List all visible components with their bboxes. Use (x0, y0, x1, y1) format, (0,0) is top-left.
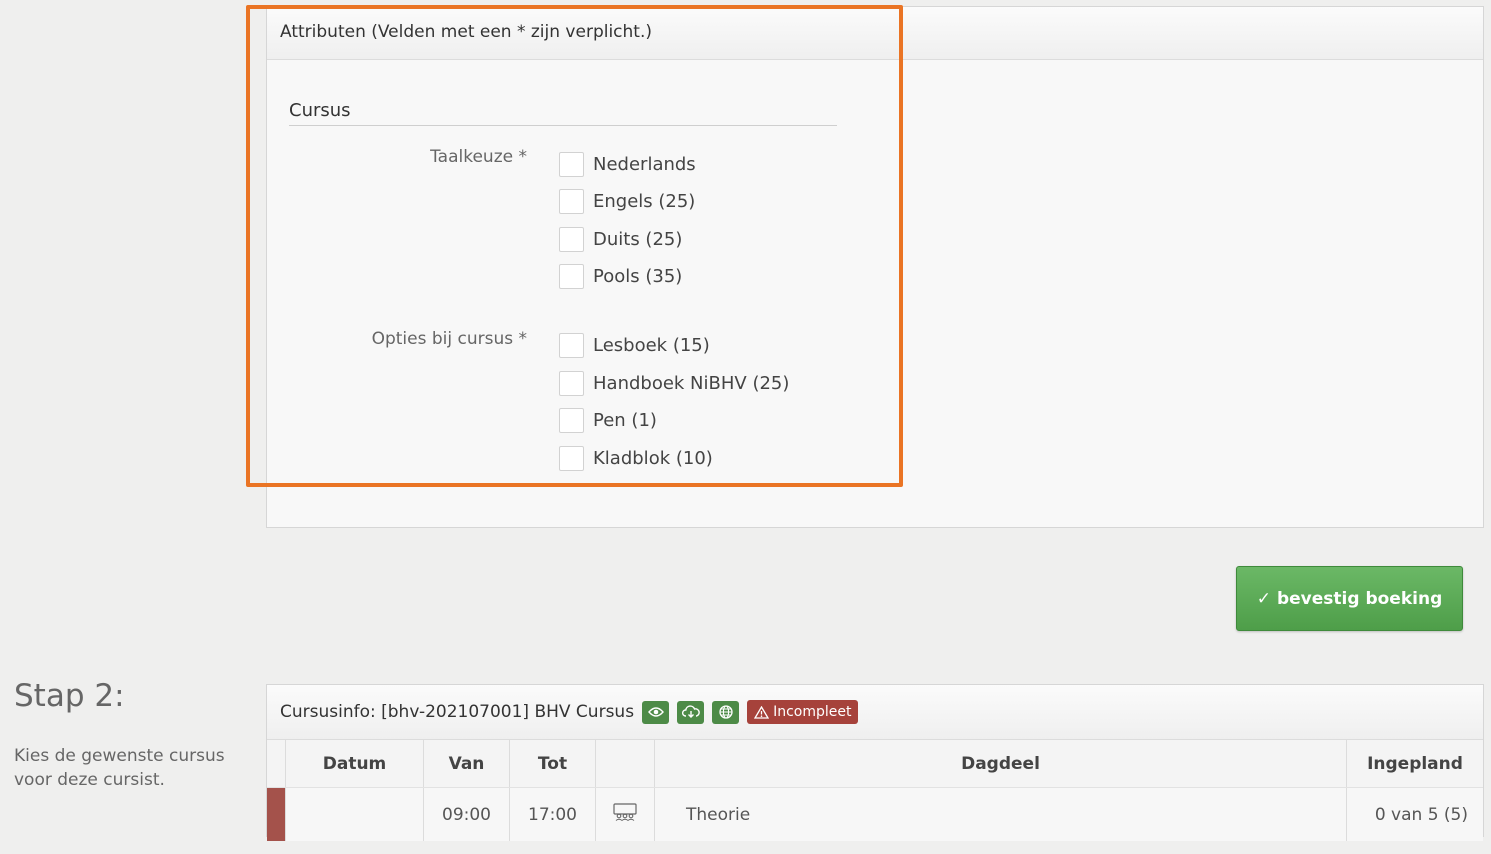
download-button[interactable] (677, 700, 705, 724)
checkbox[interactable] (559, 189, 584, 214)
option-label: Pools (35) (593, 266, 683, 287)
column-header-datum: Datum (285, 740, 424, 788)
option-label: Engels (25) (593, 191, 696, 212)
option-lesboek[interactable]: Lesboek (15) (559, 332, 710, 359)
checkbox[interactable] (559, 408, 584, 433)
course-title: Cursusinfo: [bhv-202107001] BHV Cursus (280, 702, 635, 722)
option-pools[interactable]: Pools (35) (559, 263, 682, 290)
cell-datum (285, 787, 424, 841)
checkbox[interactable] (559, 371, 584, 396)
status-badge-label: Incompleet (773, 704, 852, 720)
checkbox[interactable] (559, 227, 584, 252)
column-header-tot: Tot (509, 740, 596, 788)
field-label-taalkeuze: Taalkeuze * (430, 147, 527, 167)
globe-icon (718, 705, 733, 719)
table-header-row: Datum Van Tot Dagdeel Ingepland (267, 740, 1483, 788)
attributes-panel-title: Attributen (Velden met een * zijn verpli… (267, 7, 1483, 60)
confirm-booking-label: bevestig boeking (1276, 588, 1443, 609)
option-kladblok[interactable]: Kladblok (10) (559, 445, 713, 472)
table-row[interactable]: 09:00 17:00 Theorie 0 van 5 (5) (267, 787, 1483, 841)
view-button[interactable] (642, 700, 670, 724)
step-title: Stap 2: (14, 678, 125, 714)
attributes-panel: Attributen (Velden met een * zijn verpli… (266, 6, 1484, 528)
column-header-type (595, 740, 655, 788)
column-header-ingepland: Ingepland (1346, 740, 1483, 788)
option-label: Kladblok (10) (593, 448, 713, 469)
group-icon (613, 803, 637, 821)
checkbox[interactable] (559, 152, 584, 177)
status-column-header (267, 740, 286, 788)
column-header-van: Van (423, 740, 510, 788)
confirm-booking-button[interactable]: ✓ bevestig boeking (1236, 566, 1463, 631)
course-panel: Cursusinfo: [bhv-202107001] BHV Cursus I… (266, 684, 1484, 841)
course-table: Datum Van Tot Dagdeel Ingepland 09:00 17… (267, 740, 1483, 841)
checkbox[interactable] (559, 333, 584, 358)
column-header-dagdeel: Dagdeel (654, 740, 1347, 788)
cell-tot: 17:00 (509, 787, 596, 841)
cell-type (595, 787, 655, 841)
step-description: Kies de gewenste cursus voor deze cursis… (14, 746, 225, 790)
option-duits[interactable]: Duits (25) (559, 226, 682, 253)
option-label: Lesboek (15) (593, 335, 710, 356)
cell-dagdeel: Theorie (654, 787, 1347, 841)
checkbox[interactable] (559, 264, 584, 289)
status-badge: Incompleet (747, 700, 859, 724)
course-header: Cursusinfo: [bhv-202107001] BHV Cursus I… (267, 685, 1483, 740)
option-pen[interactable]: Pen (1) (559, 407, 657, 434)
option-label: Nederlands (593, 154, 696, 175)
cell-van: 09:00 (423, 787, 510, 841)
warning-icon (754, 705, 770, 719)
option-handboek[interactable]: Handboek NiBHV (25) (559, 370, 789, 397)
option-engels[interactable]: Engels (25) (559, 188, 695, 215)
check-icon: ✓ (1256, 588, 1271, 609)
eye-icon (647, 707, 664, 717)
section-title: Cursus (289, 100, 837, 126)
option-label: Duits (25) (593, 229, 683, 250)
cloud-download-icon (681, 705, 700, 718)
checkbox[interactable] (559, 446, 584, 471)
row-status-indicator (267, 787, 286, 841)
option-label: Pen (1) (593, 410, 657, 431)
option-label: Handboek NiBHV (25) (593, 373, 790, 394)
field-label-opties: Opties bij cursus * (371, 329, 527, 349)
web-button[interactable] (712, 700, 740, 724)
option-nederlands[interactable]: Nederlands (559, 151, 696, 178)
cell-ingepland: 0 van 5 (5) (1346, 787, 1483, 841)
